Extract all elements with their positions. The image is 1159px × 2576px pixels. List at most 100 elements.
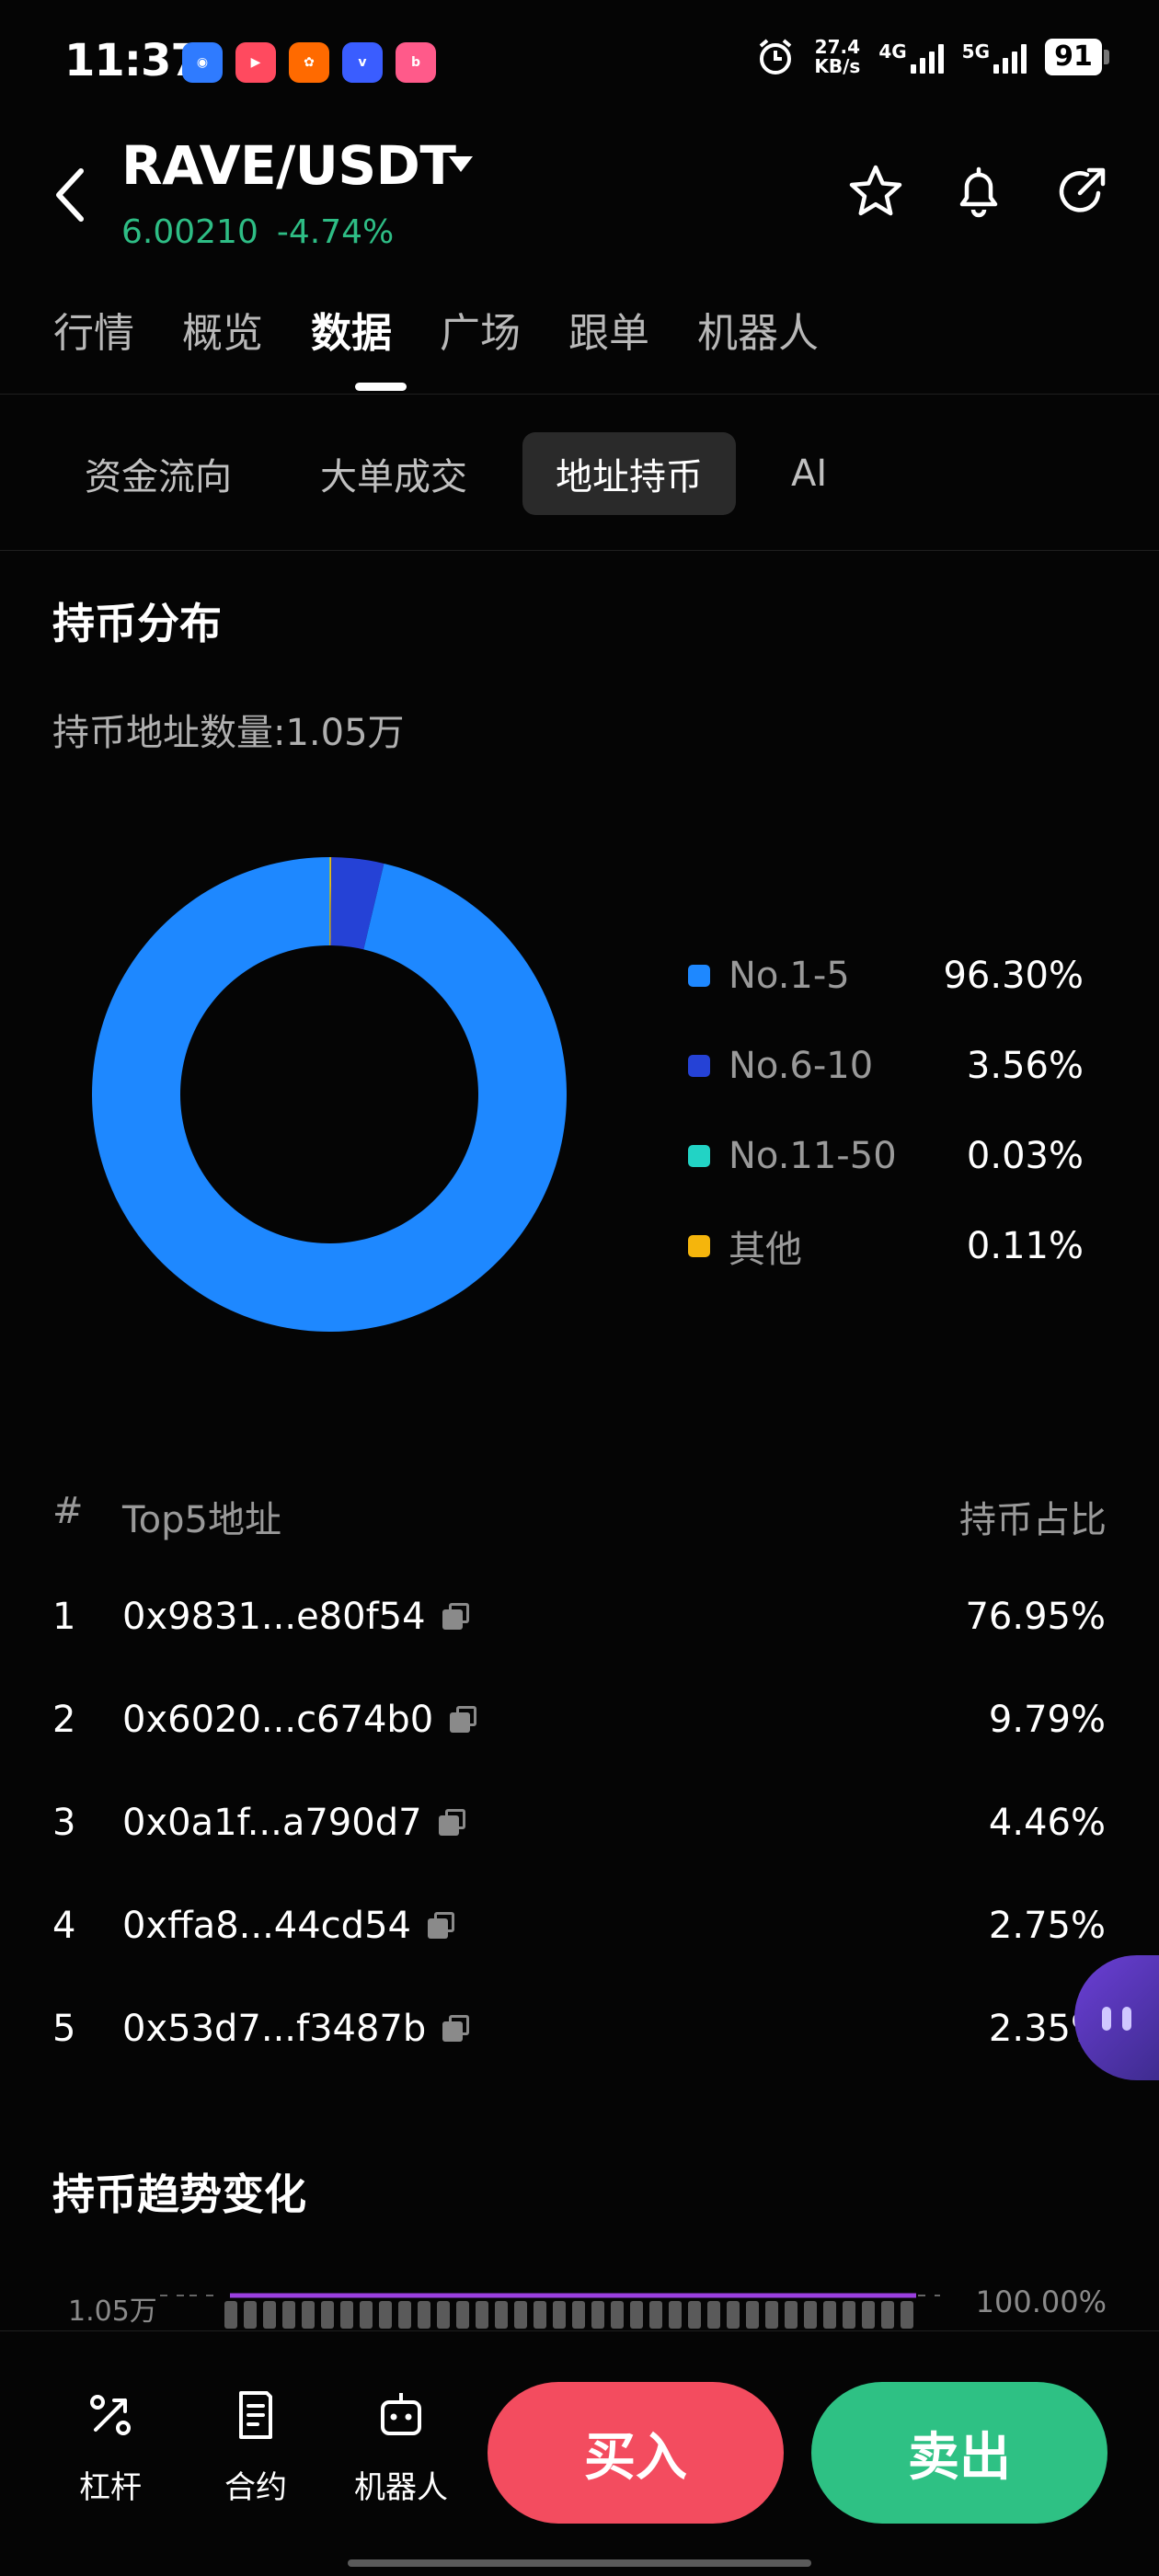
last-price: 6.00210 (121, 213, 258, 251)
legend-label: 其他 (729, 1219, 967, 1273)
back-arrow-icon[interactable] (46, 158, 101, 232)
trend-chart (156, 2288, 947, 2329)
trend-bar (804, 2301, 817, 2329)
signal-5g: 5G (962, 40, 1027, 74)
copy-icon[interactable] (450, 1706, 477, 1734)
tab-market[interactable]: 行情 (53, 300, 134, 359)
row-rank: 5 (52, 2008, 122, 2050)
trend-bar (611, 2301, 624, 2329)
trend-bar (456, 2301, 469, 2329)
star-icon[interactable] (846, 162, 905, 221)
legend-label: No.6-10 (729, 1045, 967, 1087)
trend-bar (785, 2301, 798, 2329)
robot-icon (373, 2387, 429, 2443)
trend-bar (843, 2301, 855, 2329)
network-speed: 27.4 KB/s (814, 38, 860, 76)
holdings-donut-chart (90, 855, 568, 1334)
battery-indicator: 91 (1045, 39, 1102, 75)
row-address: 0x0a1f...a790d7 (122, 1802, 466, 1844)
row-share: 2.75% (989, 1905, 1106, 1947)
bot-label: 机器人 (346, 2462, 456, 2507)
legend-value: 3.56% (967, 1045, 1084, 1087)
contract-label: 合约 (201, 2462, 311, 2507)
legend-swatch (688, 965, 710, 987)
donut-slice-1 (92, 857, 567, 1332)
trend-bar (862, 2301, 875, 2329)
status-time: 11:37 (64, 35, 201, 86)
active-tab-indicator (355, 383, 407, 391)
row-share: 9.79% (989, 1699, 1106, 1741)
legend-swatch (688, 1145, 710, 1167)
share-icon[interactable] (1052, 162, 1111, 221)
copy-icon[interactable] (439, 1809, 466, 1837)
row-rank: 1 (52, 1596, 122, 1638)
trend-bar (688, 2301, 701, 2329)
col-share-header: 持币占比 (959, 1490, 1107, 1543)
tab-square[interactable]: 广场 (440, 300, 521, 359)
legend-swatch (688, 1235, 710, 1257)
col-index-header: # (52, 1490, 84, 1532)
legend-label: No.1-5 (729, 955, 943, 997)
bot-button[interactable]: 机器人 (346, 2387, 456, 2507)
trend-bar (649, 2301, 662, 2329)
subtab-address-holdings[interactable]: 地址持币 (522, 432, 736, 515)
legend-item: No.11-50 0.03% (688, 1111, 1084, 1201)
copy-icon[interactable] (428, 1912, 455, 1940)
contract-button[interactable]: 合约 (201, 2387, 311, 2507)
app-icon-bilibili: b (396, 42, 436, 83)
bell-icon[interactable] (949, 162, 1008, 221)
signal-4g: 4G (878, 40, 943, 74)
trend-bar (418, 2301, 430, 2329)
table-row: 1 0x9831...e80f54 76.95% (52, 1565, 1106, 1668)
tab-copy-trading[interactable]: 跟单 (568, 300, 649, 359)
trend-bar (630, 2301, 643, 2329)
main-tabs: 行情 概览 数据 广场 跟单 机器人 (53, 300, 819, 359)
trend-bar (495, 2301, 508, 2329)
legend-label: No.11-50 (729, 1135, 967, 1177)
trend-bar (881, 2301, 894, 2329)
holder-address-count: 持币地址数量:1.05万 (52, 703, 405, 756)
legend-swatch (688, 1055, 710, 1077)
trend-right-axis-label: 100.00% (976, 2284, 1107, 2319)
trend-bar (765, 2301, 778, 2329)
trend-bar (340, 2301, 353, 2329)
trend-bar (302, 2301, 315, 2329)
trend-bar (321, 2301, 334, 2329)
app-icon-vivo: v (342, 42, 383, 83)
table-row: 2 0x6020...c674b0 9.79% (52, 1668, 1106, 1771)
tab-overview[interactable]: 概览 (182, 300, 263, 359)
subtab-fund-flow[interactable]: 资金流向 (53, 432, 265, 515)
row-address: 0x9831...e80f54 (122, 1596, 470, 1638)
contract-icon (228, 2387, 283, 2443)
tab-data[interactable]: 数据 (311, 300, 392, 359)
leverage-button[interactable]: 杠杆 (55, 2387, 166, 2507)
legend-item: No.1-5 96.30% (688, 931, 1084, 1021)
status-right: 27.4 KB/s 4G 5G 91 (755, 37, 1102, 77)
table-row: 4 0xffa8...44cd54 2.75% (52, 1874, 1106, 1977)
legend-item: 其他 0.11% (688, 1201, 1084, 1291)
app-icon-kuaishou: ✿ (289, 42, 329, 83)
trend-title: 持币趋势变化 (52, 2161, 306, 2222)
trend-bar (282, 2301, 295, 2329)
row-address: 0x53d7...f3487b (122, 2008, 470, 2050)
copy-icon[interactable] (442, 2015, 470, 2043)
subtab-large-orders[interactable]: 大单成交 (287, 432, 500, 515)
trend-bar (901, 2301, 913, 2329)
trend-bar (727, 2301, 740, 2329)
sell-button[interactable]: 卖出 (811, 2382, 1107, 2524)
signal-bars-icon (993, 40, 1027, 74)
pair-title[interactable]: RAVE/USDT (121, 134, 455, 197)
copy-icon[interactable] (442, 1603, 470, 1631)
price-change: -4.74% (277, 213, 394, 251)
tab-bot[interactable]: 机器人 (697, 300, 819, 359)
trend-bar (224, 2301, 237, 2329)
legend-value: 96.30% (943, 955, 1084, 997)
subtab-ai[interactable]: AI (758, 438, 860, 509)
row-rank: 2 (52, 1699, 122, 1741)
buy-button[interactable]: 买入 (488, 2382, 784, 2524)
row-share: 76.95% (965, 1596, 1106, 1638)
trend-bar (244, 2301, 257, 2329)
home-indicator[interactable] (348, 2559, 811, 2567)
trend-bar (534, 2301, 546, 2329)
pair-dropdown-icon[interactable] (449, 156, 473, 172)
